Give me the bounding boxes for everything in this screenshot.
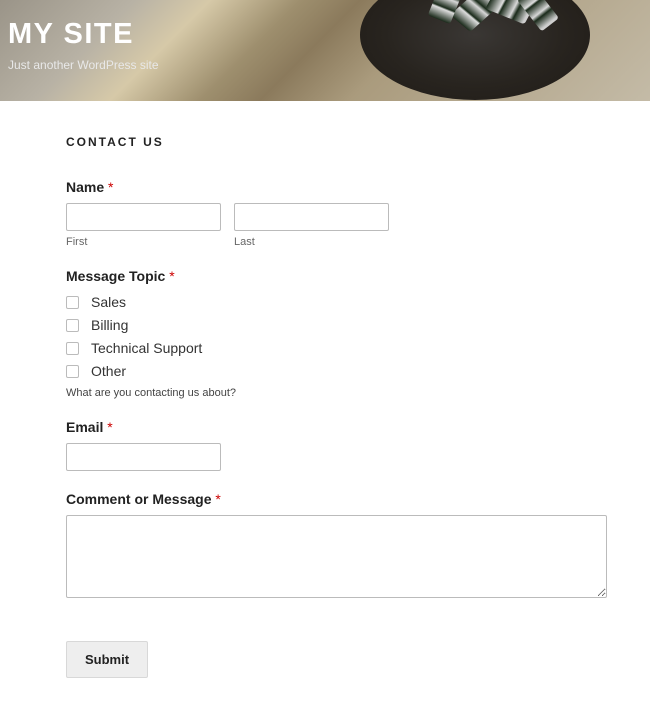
name-field-group: Name * First Last (66, 179, 610, 248)
topic-checkbox-other[interactable] (66, 365, 79, 378)
topic-option-label[interactable]: Technical Support (91, 340, 202, 356)
name-label: Name * (66, 179, 610, 195)
topic-option-row: Sales (66, 292, 610, 312)
required-marker: * (215, 491, 220, 507)
topic-label-text: Message Topic (66, 268, 165, 284)
topic-option-row: Other (66, 361, 610, 381)
topic-option-row: Billing (66, 315, 610, 335)
last-name-input[interactable] (234, 203, 389, 231)
required-marker: * (108, 179, 113, 195)
comment-field-group: Comment or Message * (66, 491, 610, 603)
topic-option-label[interactable]: Other (91, 363, 126, 379)
topic-checkbox-sales[interactable] (66, 296, 79, 309)
topic-option-row: Technical Support (66, 338, 610, 358)
email-field-group: Email * (66, 419, 610, 471)
comment-textarea[interactable] (66, 515, 607, 598)
comment-label: Comment or Message * (66, 491, 610, 507)
topic-option-label[interactable]: Billing (91, 317, 128, 333)
email-input[interactable] (66, 443, 221, 471)
topic-option-label[interactable]: Sales (91, 294, 126, 310)
submit-button[interactable]: Submit (66, 641, 148, 678)
site-title[interactable]: MY SITE (8, 18, 650, 51)
comment-label-text: Comment or Message (66, 491, 211, 507)
first-name-input[interactable] (66, 203, 221, 231)
site-header: MY SITE Just another WordPress site (0, 0, 650, 101)
topic-helper-text: What are you contacting us about? (66, 387, 610, 399)
email-label: Email * (66, 419, 610, 435)
site-tagline: Just another WordPress site (8, 58, 650, 72)
page-content: CONTACT US Name * First Last Message Top… (0, 101, 650, 708)
last-name-sublabel: Last (234, 236, 389, 248)
first-name-sublabel: First (66, 236, 221, 248)
name-label-text: Name (66, 179, 104, 195)
topic-field-group: Message Topic * Sales Billing Technical … (66, 268, 610, 399)
topic-checkbox-support[interactable] (66, 342, 79, 355)
required-marker: * (107, 419, 112, 435)
topic-checkbox-billing[interactable] (66, 319, 79, 332)
email-label-text: Email (66, 419, 103, 435)
required-marker: * (169, 268, 174, 284)
page-title: CONTACT US (66, 135, 610, 149)
topic-label: Message Topic * (66, 268, 610, 284)
